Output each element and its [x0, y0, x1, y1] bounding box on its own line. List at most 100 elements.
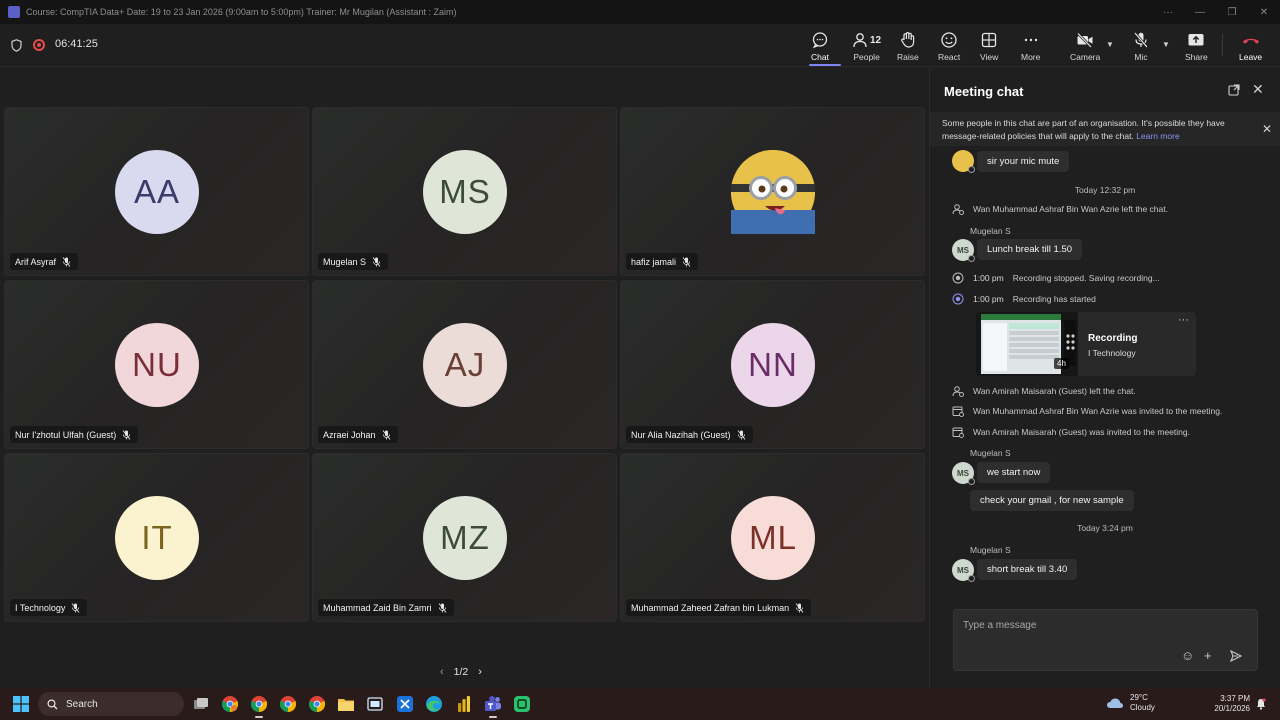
avatar-initials: AJ: [444, 346, 486, 383]
avatar: MS: [952, 462, 975, 485]
system-event-text: Wan Amirah Maisarah (Guest) left the cha…: [973, 386, 1136, 396]
camera-label: Camera: [1070, 52, 1101, 62]
hand-icon: [899, 30, 917, 50]
pop-out-icon[interactable]: [1228, 84, 1240, 96]
mic-label: Mic: [1134, 52, 1148, 62]
participant-tile[interactable]: NN Nur Alia Nazihah (Guest): [620, 280, 925, 449]
shield-icon[interactable]: [11, 39, 22, 52]
share-button[interactable]: Share: [1185, 30, 1208, 66]
chat-message: we start now: [977, 462, 1051, 483]
taskbar-search[interactable]: Search: [38, 692, 184, 716]
mic-button[interactable]: Mic: [1132, 30, 1150, 66]
avatar-initials: IT: [141, 519, 173, 556]
page-indicator: 1/2: [453, 666, 469, 678]
participant-nameplate: Arif Asyraf: [10, 253, 79, 270]
participant-name: Arif Asyraf: [15, 256, 57, 267]
message-compose-box[interactable]: Type a message ☺ +: [953, 609, 1258, 671]
camera-off-icon: [1076, 30, 1094, 50]
meeting-timer: 06:41:25: [55, 38, 98, 50]
participant-tile[interactable]: IT I Technology: [4, 453, 309, 622]
recording-started-event: 1:00 pm Recording has started: [952, 293, 1096, 305]
video-stage: AA Arif Asyraf MS Mugelan S hafiz jamali NU Nu…: [0, 68, 928, 688]
minimize-button[interactable]: —: [1184, 0, 1216, 24]
toolbar-divider: [1222, 34, 1223, 56]
camera-options-chevron-icon[interactable]: ▼: [1106, 40, 1114, 49]
raise-hand-button[interactable]: Raise: [897, 30, 919, 66]
share-label: Share: [1185, 52, 1208, 62]
task-view-icon[interactable]: [191, 694, 211, 714]
weather-description: Cloudy: [1130, 703, 1155, 712]
participant-nameplate: Muhammad Zaheed Zafran bin Lukman: [626, 599, 812, 616]
search-icon: [47, 698, 58, 709]
window-close-button[interactable]: ✕: [1248, 0, 1280, 24]
next-page-chevron-icon[interactable]: ›: [478, 666, 482, 678]
view-button[interactable]: View: [980, 30, 998, 66]
weather-widget[interactable]: 29°C Cloudy: [1106, 693, 1155, 713]
recording-card[interactable]: 4h Recording I Technology ···: [976, 312, 1196, 376]
recording-more-icon[interactable]: ···: [1178, 314, 1189, 326]
chrome-icon[interactable]: [278, 694, 298, 714]
message-sender: Mugelan S: [970, 545, 1011, 555]
add-attachment-icon[interactable]: +: [1204, 648, 1212, 663]
chrome-icon[interactable]: [220, 694, 240, 714]
mic-muted-icon: [737, 429, 745, 440]
chat-close-icon[interactable]: ✕: [1252, 81, 1264, 98]
participant-name: Azraei Johan: [323, 429, 376, 440]
chrome-icon[interactable]: [249, 694, 269, 718]
people-button[interactable]: 12 People: [852, 30, 881, 66]
participant-tile[interactable]: AJ Azraei Johan: [312, 280, 617, 449]
chat-button[interactable]: Chat: [811, 30, 829, 66]
chrome-icon[interactable]: [307, 694, 327, 714]
person-left-icon: [952, 386, 964, 397]
learn-more-link[interactable]: Learn more: [1136, 131, 1179, 141]
snipping-tool-icon[interactable]: [395, 694, 415, 714]
camera-button[interactable]: Camera: [1070, 30, 1100, 66]
window-controls: ··· — ❐ ✕: [1152, 0, 1280, 24]
chat-message-list[interactable]: sir your mic mute Today 12:32 pm Wan Muh…: [930, 146, 1280, 596]
meeting-toolbar: 06:41:25 Chat 12 People Raise React View: [0, 24, 1280, 67]
file-explorer-icon[interactable]: [336, 694, 356, 714]
chat-panel-title: Meeting chat: [944, 84, 1024, 99]
avatar: MZ: [423, 496, 507, 580]
emoji-icon[interactable]: ☺: [1181, 648, 1194, 663]
participant-name: Muhammad Zaid Bin Zamri: [323, 602, 432, 613]
notification-bell-icon[interactable]: [1256, 698, 1266, 710]
participant-tile[interactable]: MZ Muhammad Zaid Bin Zamri: [312, 453, 617, 622]
avatar-initials: MZ: [440, 519, 490, 556]
participant-nameplate: Mugelan S: [318, 253, 389, 270]
participant-name: Nur Alia Nazihah (Guest): [631, 429, 731, 440]
policy-banner-message: Some people in this chat are part of an …: [942, 118, 1225, 141]
system-event-text: Wan Muhammad Ashraf Bin Wan Azrie left t…: [973, 204, 1168, 214]
mic-options-chevron-icon[interactable]: ▼: [1162, 40, 1170, 49]
teams-icon[interactable]: [483, 694, 503, 718]
mic-muted-icon: [382, 429, 390, 440]
previous-page-chevron-icon[interactable]: ‹: [440, 666, 444, 678]
mic-muted-icon: [62, 256, 71, 267]
hang-up-icon: [1241, 30, 1261, 50]
react-button[interactable]: React: [938, 30, 960, 66]
avatar: [952, 150, 975, 173]
message-input[interactable]: Type a message: [963, 620, 1036, 631]
participant-tile[interactable]: MS Mugelan S: [312, 107, 617, 276]
participant-tile[interactable]: ML Muhammad Zaheed Zafran bin Lukman: [620, 453, 925, 622]
send-icon[interactable]: [1230, 650, 1242, 662]
edge-icon[interactable]: [424, 694, 444, 714]
power-bi-icon[interactable]: [454, 694, 474, 714]
policy-banner: Some people in this chat are part of an …: [930, 112, 1280, 146]
participant-tile[interactable]: AA Arif Asyraf: [4, 107, 309, 276]
avatar: IT: [115, 496, 199, 580]
participant-tile[interactable]: NU Nur I'zhotul Ulfah (Guest): [4, 280, 309, 449]
more-button[interactable]: More: [1021, 30, 1040, 66]
leave-button[interactable]: Leave: [1239, 30, 1262, 66]
maximize-button[interactable]: ❐: [1216, 0, 1248, 24]
banner-dismiss-icon[interactable]: ✕: [1262, 122, 1272, 136]
participant-tile[interactable]: hafiz jamali: [620, 107, 925, 276]
avatar: ML: [731, 496, 815, 580]
windows-start-icon[interactable]: [13, 696, 29, 712]
window-more-button[interactable]: ···: [1152, 0, 1184, 24]
app-window-icon[interactable]: [365, 694, 385, 714]
phone-link-icon[interactable]: [512, 694, 532, 714]
system-event-text: Wan Amirah Maisarah (Guest) was invited …: [973, 427, 1190, 437]
avatar-initials: MS: [439, 173, 491, 210]
system-clock[interactable]: 3:37 PM 20/1/2026: [1208, 694, 1250, 714]
